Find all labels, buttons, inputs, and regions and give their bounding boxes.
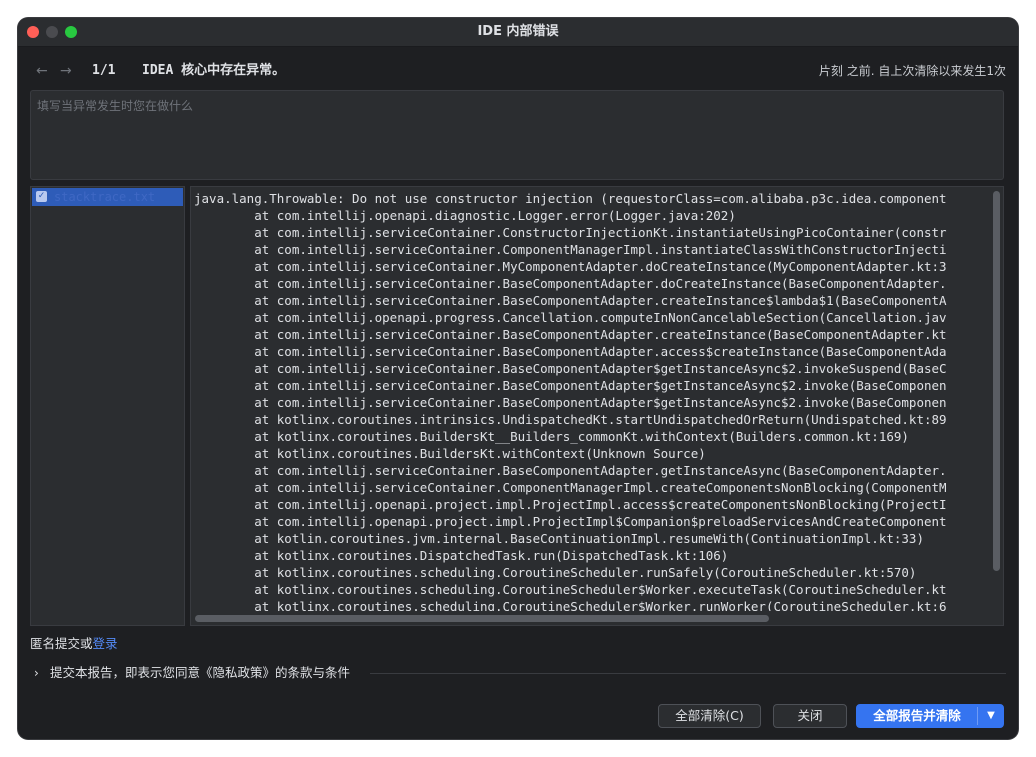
- report-all-label: 全部报告并清除: [873, 708, 961, 723]
- stacktrace-line: at com.intellij.serviceContainer.BaseCom…: [194, 378, 947, 393]
- vertical-scrollbar[interactable]: [993, 191, 1000, 571]
- stacktrace-line: at kotlinx.coroutines.DispatchedTask.run…: [194, 548, 729, 563]
- anonymous-submit-row: 匿名提交或登录: [30, 633, 118, 652]
- attachment-item[interactable]: ✓ stacktrace.txt: [32, 188, 183, 206]
- stacktrace-line: java.lang.Throwable: Do not use construc…: [194, 191, 947, 206]
- attachment-name: stacktrace.txt: [54, 190, 156, 204]
- previous-arrow-icon[interactable]: ←: [36, 60, 48, 82]
- next-arrow-icon[interactable]: →: [60, 60, 72, 82]
- stacktrace-line: at kotlin.coroutines.jvm.internal.BaseCo…: [194, 531, 924, 546]
- stacktrace-text: java.lang.Throwable: Do not use construc…: [194, 190, 989, 611]
- divider: [370, 673, 1006, 674]
- login-link[interactable]: 登录: [93, 636, 118, 651]
- chevron-down-icon[interactable]: ▼: [978, 705, 1004, 727]
- stacktrace-line: at com.intellij.serviceContainer.BaseCom…: [194, 276, 947, 291]
- ide-error-dialog: IDE 内部错误 ← → 1/1 IDEA 核心中存在异常。 片刻 之前. 自上…: [18, 18, 1018, 739]
- stacktrace-line: at com.intellij.serviceContainer.BaseCom…: [194, 361, 947, 376]
- consent-section[interactable]: › 提交本报告，即表示您同意《隐私政策》的条款与条件: [32, 664, 1006, 682]
- comment-placeholder: 填写当异常发生时您在做什么: [37, 99, 194, 113]
- stacktrace-line: at com.intellij.serviceContainer.BaseCom…: [194, 327, 947, 342]
- chevron-right-icon[interactable]: ›: [34, 664, 39, 682]
- stacktrace-viewer[interactable]: java.lang.Throwable: Do not use construc…: [190, 186, 1004, 626]
- occurrence-info: 片刻 之前. 自上次清除以来发生1次: [818, 64, 1006, 78]
- stacktrace-line: at kotlinx.coroutines.BuildersKt__Builde…: [194, 429, 909, 444]
- stacktrace-line: at com.intellij.openapi.project.impl.Pro…: [194, 497, 947, 512]
- stacktrace-line: at com.intellij.serviceContainer.BaseCom…: [194, 293, 947, 308]
- close-button[interactable]: 关闭: [773, 704, 847, 728]
- attachment-list: ✓ stacktrace.txt: [30, 186, 185, 626]
- title-bar: IDE 内部错误: [18, 18, 1018, 47]
- stacktrace-line: at com.intellij.serviceContainer.Compone…: [194, 242, 947, 257]
- stacktrace-line: at com.intellij.serviceContainer.BaseCom…: [194, 463, 947, 478]
- comment-textarea[interactable]: 填写当异常发生时您在做什么: [30, 90, 1004, 180]
- stacktrace-line: at com.intellij.openapi.progress.Cancell…: [194, 310, 947, 325]
- consent-text: 提交本报告，即表示您同意《隐私政策》的条款与条件: [50, 665, 351, 680]
- stacktrace-line: at com.intellij.openapi.project.impl.Pro…: [194, 514, 947, 529]
- anonymous-text: 匿名提交或: [30, 636, 93, 651]
- stacktrace-line: at kotlinx.coroutines.scheduling.Corouti…: [194, 599, 947, 611]
- report-all-button[interactable]: 全部报告并清除 ▼: [856, 704, 1004, 728]
- stacktrace-line: at com.intellij.serviceContainer.MyCompo…: [194, 259, 947, 274]
- stacktrace-line: at kotlinx.coroutines.BuildersKt.withCon…: [194, 446, 706, 461]
- clear-all-button[interactable]: 全部清除(C): [658, 704, 761, 728]
- error-navigation: ← → 1/1 IDEA 核心中存在异常。 片刻 之前. 自上次清除以来发生1次: [34, 60, 1006, 82]
- stacktrace-line: at kotlinx.coroutines.intrinsics.Undispa…: [194, 412, 947, 427]
- stacktrace-line: at com.intellij.serviceContainer.Constru…: [194, 225, 947, 240]
- stacktrace-line: at kotlinx.coroutines.scheduling.Corouti…: [194, 565, 917, 580]
- stacktrace-line: at kotlinx.coroutines.scheduling.Corouti…: [194, 582, 947, 597]
- horizontal-scrollbar[interactable]: [195, 615, 769, 622]
- stacktrace-line: at com.intellij.serviceContainer.Compone…: [194, 480, 947, 495]
- window-title: IDE 内部错误: [477, 24, 559, 39]
- stacktrace-line: at com.intellij.openapi.diagnostic.Logge…: [194, 208, 736, 223]
- stacktrace-line: at com.intellij.serviceContainer.BaseCom…: [194, 395, 947, 410]
- error-summary: IDEA 核心中存在异常。: [142, 63, 286, 78]
- stacktrace-line: at com.intellij.serviceContainer.BaseCom…: [194, 344, 947, 359]
- error-counter: 1/1: [92, 63, 116, 78]
- checkbox-checked-icon[interactable]: ✓: [36, 191, 47, 202]
